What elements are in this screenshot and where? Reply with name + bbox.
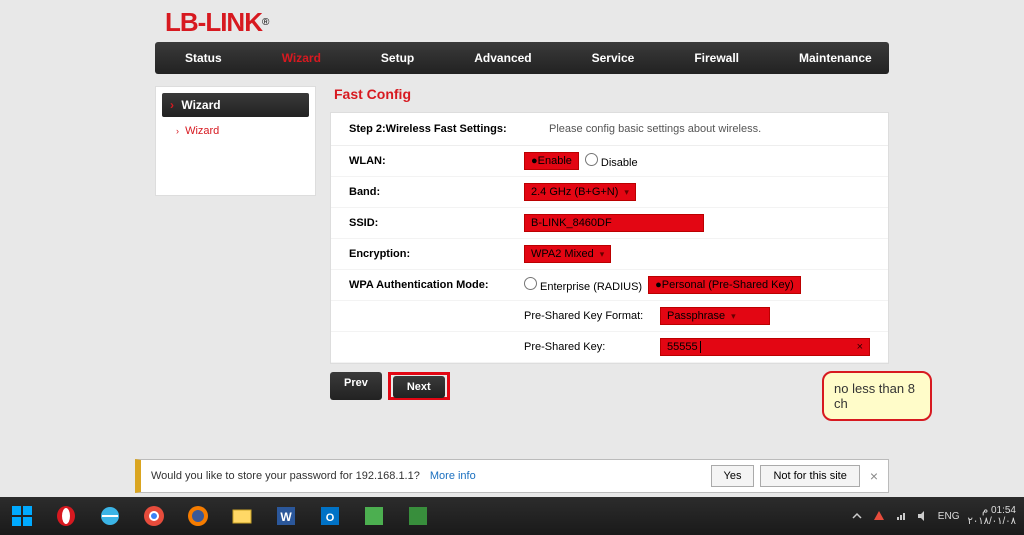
camtasia2-icon[interactable] xyxy=(396,497,440,535)
wlan-label: WLAN: xyxy=(349,155,524,167)
sidebar-head-wizard[interactable]: › Wizard xyxy=(162,93,309,117)
taskbar-clock[interactable]: 01:54 م ٢٠١٨/٠١/٠٨ xyxy=(967,505,1016,527)
band-select[interactable]: 2.4 GHz (B+G+N) xyxy=(524,183,636,201)
wlan-enable-text: Enable xyxy=(538,155,572,167)
nav-wizard[interactable]: Wizard xyxy=(252,42,351,74)
next-highlight-frame: Next xyxy=(388,372,450,400)
explorer-icon[interactable] xyxy=(220,497,264,535)
psk-input[interactable]: 55555 × xyxy=(660,338,870,356)
clear-icon[interactable]: × xyxy=(857,341,863,353)
band-value: 2.4 GHz (B+G+N) xyxy=(531,186,618,198)
psk-format-value: Passphrase xyxy=(667,310,725,322)
wlan-disable-input[interactable] xyxy=(585,153,598,166)
nav-setup[interactable]: Setup xyxy=(351,42,444,74)
psk-format-select[interactable]: Passphrase xyxy=(660,307,770,325)
prev-button[interactable]: Prev xyxy=(330,372,382,400)
encryption-label: Encryption: xyxy=(349,248,524,260)
auth-enterprise-radio[interactable]: Enterprise (RADIUS) xyxy=(524,277,642,293)
brand-text: LB-LINK xyxy=(165,7,262,38)
clock-time: 01:54 م xyxy=(967,505,1016,516)
save-bar-suffix: ? xyxy=(414,470,420,482)
outlook-icon[interactable]: O xyxy=(308,497,352,535)
clock-date: ٢٠١٨/٠١/٠٨ xyxy=(967,516,1016,527)
save-bar-host: 192.168.1.1 xyxy=(356,470,414,482)
auth-enterprise-text: Enterprise (RADIUS) xyxy=(540,281,642,293)
band-label: Band: xyxy=(349,186,524,198)
auth-mode-label: WPA Authentication Mode: xyxy=(349,279,524,291)
page-title: Fast Config xyxy=(334,86,889,102)
auth-enterprise-input[interactable] xyxy=(524,277,537,290)
save-bar-message: Would you like to store your password fo… xyxy=(151,470,420,482)
tray-warning-icon[interactable] xyxy=(872,509,886,523)
language-indicator[interactable]: ENG xyxy=(938,511,960,522)
sidebar-head-label: Wizard xyxy=(181,98,220,112)
registered-mark: ® xyxy=(262,17,269,28)
tray-volume-icon[interactable] xyxy=(916,509,930,523)
encryption-select[interactable]: WPA2 Mixed xyxy=(524,245,611,263)
config-panel: Step 2:Wireless Fast Settings: Please co… xyxy=(330,112,889,364)
text-cursor-icon xyxy=(700,341,701,353)
tray-network-icon[interactable] xyxy=(894,509,908,523)
psk-value: 55555 xyxy=(667,341,698,353)
main-nav: Status Wizard Setup Advanced Service Fir… xyxy=(155,42,889,74)
svg-text:O: O xyxy=(326,512,335,524)
sidebar-item-wizard[interactable]: › Wizard xyxy=(162,117,309,145)
ssid-value: B-LINK_8460DF xyxy=(531,217,612,229)
annotation-callout: no less than 8 ch xyxy=(822,371,932,421)
wlan-enable-radio[interactable]: ● Enable xyxy=(524,152,579,170)
camtasia-icon[interactable] xyxy=(352,497,396,535)
opera-icon[interactable] xyxy=(44,497,88,535)
ssid-input[interactable]: B-LINK_8460DF xyxy=(524,214,704,232)
psk-label: Pre-Shared Key: xyxy=(524,341,654,353)
close-icon[interactable]: × xyxy=(870,468,878,484)
nav-maintenance[interactable]: Maintenance xyxy=(769,42,902,74)
ie-icon[interactable] xyxy=(88,497,132,535)
nav-status[interactable]: Status xyxy=(155,42,252,74)
svg-text:W: W xyxy=(280,510,292,524)
chevron-right-icon: › xyxy=(170,98,174,112)
nav-service[interactable]: Service xyxy=(562,42,665,74)
firefox-icon[interactable] xyxy=(176,497,220,535)
wlan-disable-radio[interactable]: Disable xyxy=(585,153,638,169)
chrome-icon[interactable] xyxy=(132,497,176,535)
more-info-link[interactable]: More info xyxy=(430,470,476,482)
step-description: Please config basic settings about wirel… xyxy=(549,123,761,135)
encryption-value: WPA2 Mixed xyxy=(531,248,594,260)
next-button[interactable]: Next xyxy=(393,376,445,398)
save-no-button[interactable]: Not for this site xyxy=(760,465,859,487)
wlan-disable-text: Disable xyxy=(601,157,638,169)
save-yes-button[interactable]: Yes xyxy=(711,465,755,487)
tray-up-icon[interactable] xyxy=(850,509,864,523)
auth-personal-radio[interactable]: ● Personal (Pre-Shared Key) xyxy=(648,276,801,294)
ssid-label: SSID: xyxy=(349,217,524,229)
auth-personal-text: Personal (Pre-Shared Key) xyxy=(662,279,794,291)
save-bar-prefix: Would you like to store your password fo… xyxy=(151,470,356,482)
step-label: Step 2:Wireless Fast Settings: xyxy=(349,123,549,135)
taskbar: W O ENG 01:54 م ٢٠١٨/٠١/٠٨ xyxy=(0,497,1024,535)
brand-logo: LB-LINK® xyxy=(165,8,1024,36)
password-save-bar: Would you like to store your password fo… xyxy=(135,459,889,493)
start-button[interactable] xyxy=(0,497,44,535)
nav-firewall[interactable]: Firewall xyxy=(664,42,769,74)
word-icon[interactable]: W xyxy=(264,497,308,535)
nav-advanced[interactable]: Advanced xyxy=(444,42,561,74)
sidebar-item-label: Wizard xyxy=(185,125,219,137)
psk-format-label: Pre-Shared Key Format: xyxy=(524,310,654,322)
sidebar: › Wizard › Wizard xyxy=(155,86,316,196)
chevron-right-icon: › xyxy=(176,126,179,136)
